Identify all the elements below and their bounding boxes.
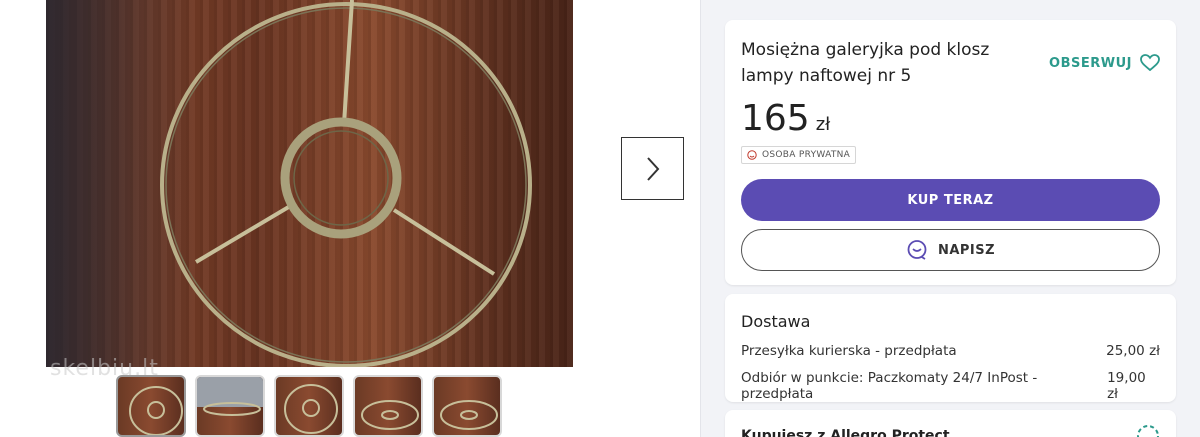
seller-badge-label: OSOBA PRYWATNA	[762, 150, 851, 160]
thumbnail-strip	[116, 375, 502, 437]
watch-button[interactable]: OBSERWUJ	[1049, 54, 1160, 72]
price: 165 zł	[741, 98, 830, 139]
thumbnail[interactable]	[195, 375, 265, 437]
delivery-option-name: Odbiór w punkcie: Paczkomaty 24/7 InPost…	[741, 370, 1038, 402]
message-button[interactable]: NAPISZ	[741, 229, 1160, 271]
delivery-option-name: Przesyłka kurierska - przedpłata	[741, 343, 957, 359]
delivery-option-price: 19,00 zł	[1107, 370, 1146, 402]
delivery-option: Odbiór w punkcie: Paczkomaty 24/7 InPost…	[741, 370, 1160, 402]
buy-now-button[interactable]: KUP TERAZ	[741, 179, 1160, 221]
chevron-right-icon	[646, 156, 659, 181]
next-photo-button[interactable]	[621, 137, 684, 200]
page: skelbiu.lt Mosiężna galeryjka pod klosz …	[0, 0, 1200, 437]
seller-badge: OSOBA PRYWATNA	[741, 146, 857, 164]
thumbnail[interactable]	[432, 375, 502, 437]
smile-icon	[747, 150, 757, 160]
price-currency: zł	[815, 114, 831, 135]
protect-title: Kupujesz z Allegro Protect	[741, 428, 950, 437]
thumbnail[interactable]	[353, 375, 423, 437]
offer-title: Mosiężna galeryjka pod klosz lampy nafto…	[741, 40, 990, 86]
offer-sidebar: Mosiężna galeryjka pod klosz lampy nafto…	[700, 0, 1200, 437]
thumbnail[interactable]	[116, 375, 186, 437]
offer-card: Mosiężna galeryjka pod klosz lampy nafto…	[725, 20, 1176, 285]
protect-card: Kupujesz z Allegro Protect	[725, 410, 1176, 437]
lamp-frame-image	[160, 0, 532, 367]
price-value: 165	[741, 98, 810, 139]
photo-gallery: skelbiu.lt	[0, 0, 700, 437]
watch-label: OBSERWUJ	[1049, 55, 1132, 71]
main-photo[interactable]	[46, 0, 573, 367]
delivery-card: Dostawa Przesyłka kurierska - przedpłata…	[725, 294, 1176, 402]
buy-now-label: KUP TERAZ	[907, 192, 994, 208]
chat-icon	[907, 240, 927, 260]
delivery-title: Dostawa	[741, 312, 811, 331]
delivery-option: Przesyłka kurierska - przedpłata 25,00 z…	[741, 343, 1160, 359]
protect-icon	[1137, 425, 1159, 437]
thumbnail[interactable]	[274, 375, 344, 437]
heart-icon	[1140, 54, 1160, 72]
message-label: NAPISZ	[937, 242, 996, 258]
delivery-option-price: 25,00 zł	[1106, 343, 1160, 359]
